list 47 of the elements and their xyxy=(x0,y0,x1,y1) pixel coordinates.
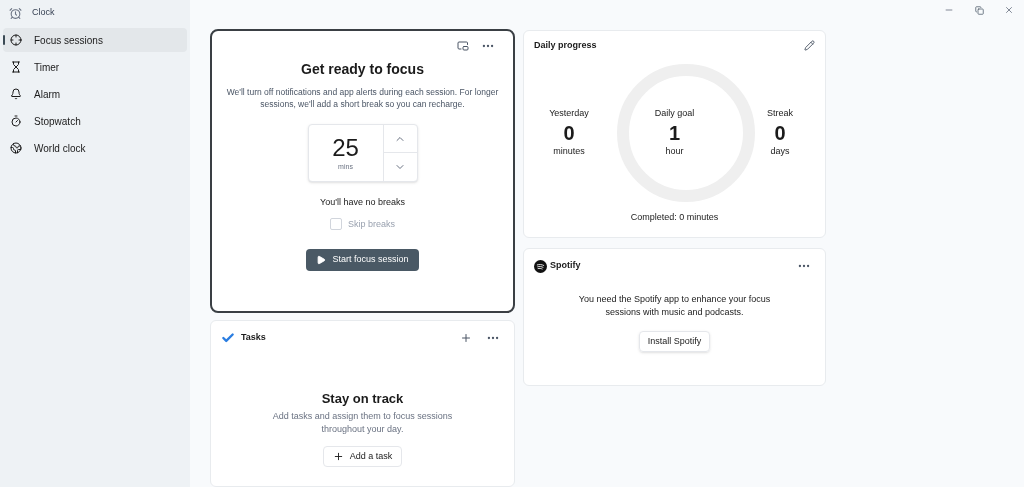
checkmark-icon xyxy=(221,330,235,345)
focus-description: We'll turn off notifications and app alerts during each session. For longer sessions, we'll add a short break so you can recharge. xyxy=(226,86,499,110)
stat-unit: days xyxy=(770,144,790,158)
crosshair-icon xyxy=(10,34,22,46)
pencil-icon xyxy=(804,40,815,52)
clock-icon xyxy=(9,6,22,20)
stat-unit: minutes xyxy=(553,144,585,158)
daily-progress-title: Daily progress xyxy=(534,39,597,52)
stat-label: Daily goal xyxy=(654,107,695,120)
stat-value: 0 xyxy=(774,120,786,145)
window-title: Clock xyxy=(32,6,55,20)
sidebar-item[interactable]: Timer xyxy=(3,55,187,79)
add-task-button[interactable]: Add a task xyxy=(322,446,403,468)
edit-button[interactable] xyxy=(804,40,815,52)
spotify-logo-icon xyxy=(534,259,547,273)
install-spotify-button[interactable]: Install Spotify xyxy=(638,331,711,352)
tasks-title: Tasks xyxy=(241,330,266,344)
globe-icon xyxy=(10,142,22,154)
stat-label: Yesterday xyxy=(549,107,589,120)
stat-unit: hour xyxy=(665,144,684,158)
plus-icon xyxy=(332,451,344,463)
sidebar-item[interactable]: World clock xyxy=(3,136,187,160)
bell-icon xyxy=(10,88,22,100)
stat-label: Streak xyxy=(767,107,793,120)
spotify-description: You need the Spotify app to enhance your focus sessions with music and podcasts. xyxy=(577,293,772,319)
breaks-note: You'll have no breaks xyxy=(320,196,405,209)
play-icon xyxy=(316,255,327,265)
plus-icon xyxy=(460,331,472,344)
selection-indicator xyxy=(3,35,5,45)
completed-text: Completed: 0 minutes xyxy=(630,210,719,224)
sidebar-item[interactable]: Stopwatch xyxy=(3,109,187,133)
focus-title: Get ready to focus xyxy=(301,60,424,79)
skip-breaks-label: Skip breaks xyxy=(348,217,395,231)
close-icon xyxy=(1004,5,1014,15)
sidebar-item[interactable]: Focus sessions xyxy=(3,28,187,52)
sidebar-item[interactable]: Alarm xyxy=(3,82,187,106)
restore-icon xyxy=(974,5,984,15)
stat-value: 1 xyxy=(668,120,681,145)
spotify-brand: Spotify xyxy=(550,259,581,273)
stopwatch-icon xyxy=(10,115,22,127)
stat-value: 0 xyxy=(563,120,575,145)
start-focus-button[interactable]: Start focus session xyxy=(306,249,419,271)
tasks-heading: Stay on track xyxy=(321,389,404,408)
hourglass-icon xyxy=(10,61,22,73)
tasks-description: Add tasks and assign them to focus sessions throughout your day. xyxy=(271,410,454,437)
picture-in-picture-icon xyxy=(457,40,469,52)
minutes-value: 25 xyxy=(332,133,359,162)
